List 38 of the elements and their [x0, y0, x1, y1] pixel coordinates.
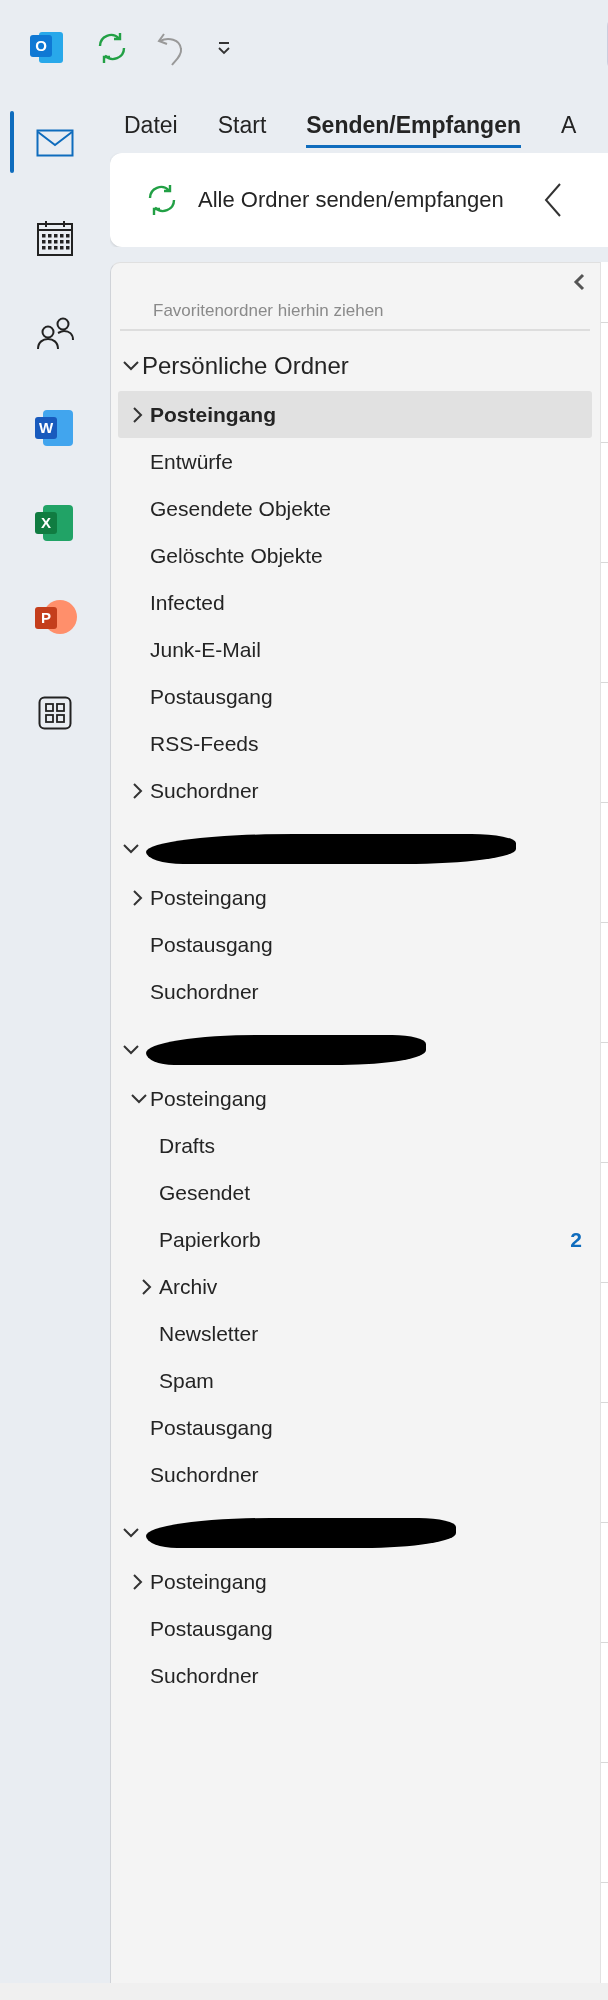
ribbon-tab[interactable]: Start	[217, 95, 267, 148]
folder-item[interactable]: Posteingang	[118, 1558, 592, 1605]
folder-item[interactable]: Suchordner	[118, 767, 592, 814]
folder-item[interactable]: Posteingang	[118, 1075, 592, 1122]
dropdown-icon[interactable]	[216, 39, 232, 56]
folder-item[interactable]: Postausgang	[118, 921, 592, 968]
folder-item[interactable]: Archiv	[118, 1263, 592, 1310]
ribbon-tab[interactable]: Datei	[124, 95, 178, 148]
folder-item[interactable]: Suchordner	[118, 1451, 592, 1498]
folder-item[interactable]: Posteingang	[118, 391, 592, 438]
folder-item[interactable]: Postausgang	[118, 673, 592, 720]
unread-count: 2	[570, 1227, 582, 1252]
folder-item[interactable]: RSS-Feeds	[118, 720, 592, 767]
collapse-icon[interactable]	[572, 273, 586, 291]
folder-item[interactable]: Newsletter	[118, 1310, 592, 1357]
calendar-icon[interactable]	[36, 218, 74, 257]
folder-item[interactable]: Posteingang	[118, 874, 592, 921]
outlook-logo: O	[30, 31, 64, 64]
people-icon[interactable]	[36, 315, 74, 350]
folder-item[interactable]: Spam	[118, 1357, 592, 1404]
mail-icon[interactable]	[36, 128, 74, 157]
ribbon-tab[interactable]: A	[561, 95, 577, 148]
folder-item[interactable]: Gesendete Objekte	[118, 485, 592, 532]
folder-item[interactable]: Suchordner	[118, 968, 592, 1015]
send-receive-all-button[interactable]: Alle Ordner senden/empfangen	[140, 178, 508, 222]
folder-item[interactable]: Postausgang	[118, 1605, 592, 1652]
folder-item[interactable]: Gesendet	[118, 1169, 592, 1216]
folder-item[interactable]: Drafts	[118, 1122, 592, 1169]
apps-icon[interactable]	[38, 695, 72, 730]
folder-item[interactable]: Suchordner	[118, 1652, 592, 1699]
ribbon-tab[interactable]: Senden/Empfangen	[306, 95, 521, 148]
folder-item[interactable]: Junk-E-Mail	[118, 626, 592, 673]
folder-item[interactable]: Postausgang	[118, 1404, 592, 1451]
folder-item[interactable]: Gelöschte Objekte	[118, 532, 592, 579]
account-header[interactable]: Persönliche Ordner	[118, 341, 592, 391]
folder-item[interactable]: Infected	[118, 579, 592, 626]
folder-item[interactable]: Entwürfe	[118, 438, 592, 485]
folder-item[interactable]: Papierkorb 2	[118, 1216, 592, 1263]
